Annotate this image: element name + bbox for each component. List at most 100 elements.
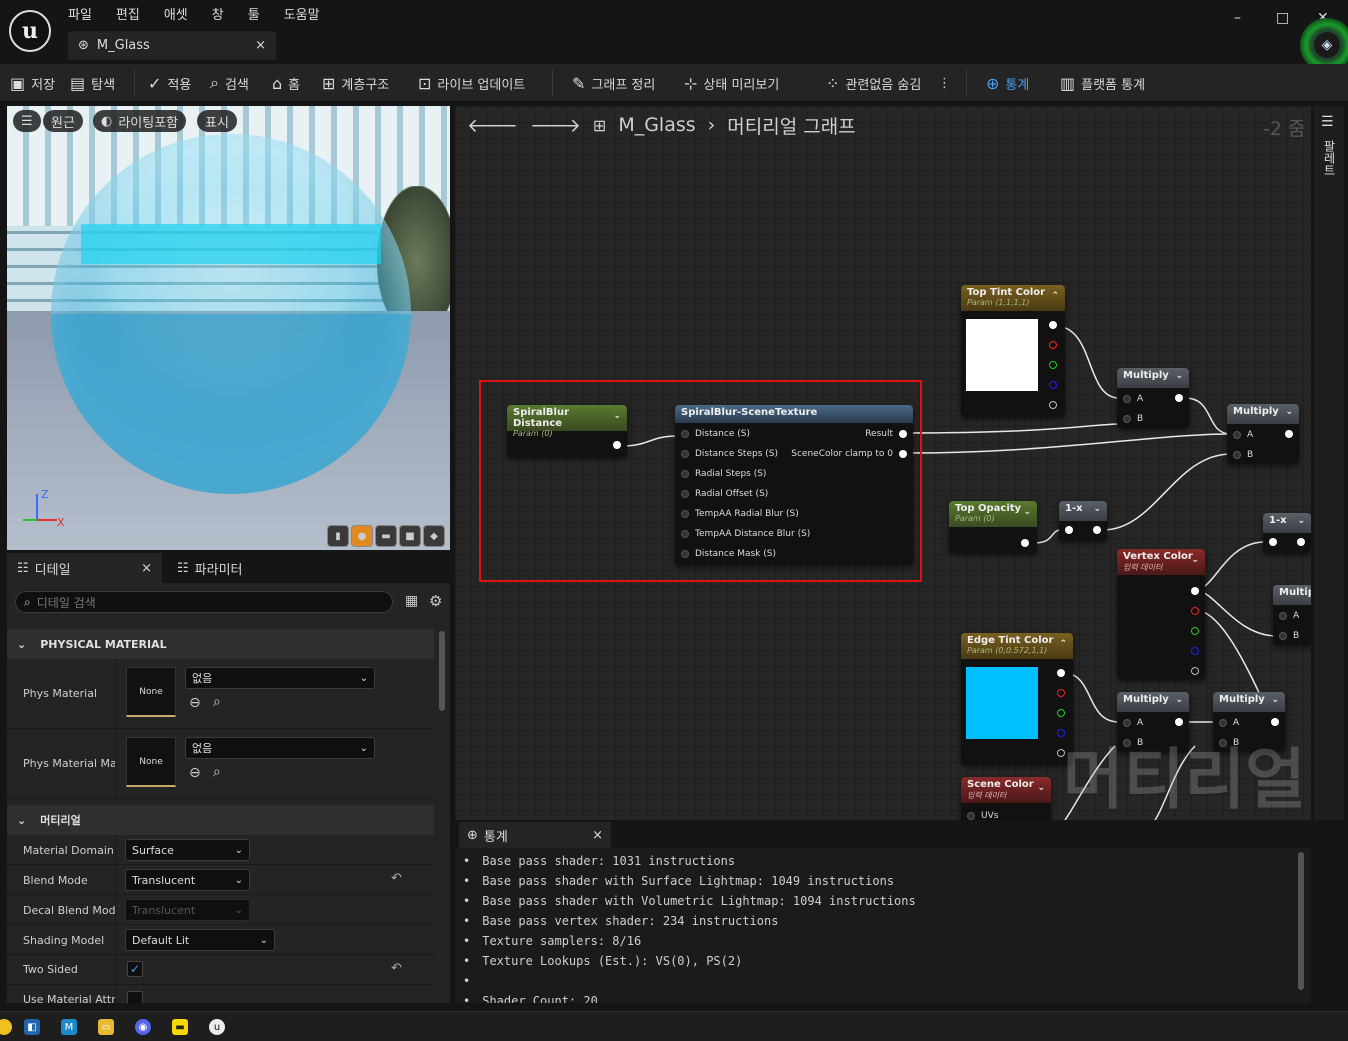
use-selected-icon[interactable]: ⊖ (189, 695, 201, 711)
node-edge-tint-color[interactable]: Edge Tint Color Param (0,0.572,1,1) ⌃ (961, 633, 1073, 765)
chevron-down-icon[interactable]: ⌄ (1175, 695, 1183, 705)
viewport-menu-button[interactable]: ☰ (13, 110, 41, 132)
output-pin-rgba[interactable] (1191, 587, 1199, 595)
taskbar-app-icon[interactable] (0, 1019, 12, 1035)
phys-material-mask-thumbnail[interactable]: None (126, 737, 176, 787)
hide-unrelated-button[interactable]: ⁘ 관련없음 숨김 (826, 64, 921, 102)
maximize-button[interactable]: □ (1276, 10, 1289, 26)
close-icon[interactable]: × (592, 828, 603, 843)
node-multiply[interactable]: Multip A B (1273, 585, 1311, 645)
folder-icon[interactable]: ▭ (98, 1019, 114, 1035)
chevron-down-icon[interactable]: ⌄ (1297, 516, 1305, 526)
chevron-down-icon[interactable]: ⌄ (1037, 783, 1045, 793)
output-pin-r[interactable] (1191, 607, 1199, 615)
lit-mode-button[interactable]: ◐ 라이팅포함 (93, 110, 187, 132)
output-pin[interactable] (1297, 538, 1305, 546)
node-top-tint-color[interactable]: Top Tint Color Param (1,1,1,1) ⌃ (961, 285, 1065, 417)
cube-icon[interactable]: ■ (399, 525, 421, 547)
unreal-m-icon[interactable]: M (61, 1019, 77, 1035)
close-icon[interactable]: × (141, 561, 152, 576)
category-physical-material[interactable]: ⌄ PHYSICAL MATERIAL (7, 629, 434, 659)
chevron-up-icon[interactable]: ⌃ (1059, 639, 1067, 649)
unreal-logo-icon[interactable]: u (9, 10, 51, 52)
phys-material-mask-dropdown[interactable]: 없음 ⌄ (185, 737, 375, 759)
use-selected-icon[interactable]: ⊖ (189, 765, 201, 781)
menu-edit[interactable]: 편집 (116, 4, 140, 23)
apply-button[interactable]: ✓ 적용 (148, 64, 191, 102)
output-pin[interactable] (1021, 539, 1029, 547)
node-one-minus[interactable]: 1-x ⌄ (1263, 513, 1311, 553)
node-top-opacity[interactable]: Top Opacity Param (0) ⌄ (949, 501, 1037, 553)
chevron-down-icon[interactable]: ⌄ (1023, 507, 1031, 517)
two-sided-checkbox[interactable]: ✓ (127, 961, 143, 977)
reset-to-default-icon[interactable]: ↶ (391, 871, 402, 886)
perspective-button[interactable]: 원근 (43, 110, 83, 132)
use-material-attributes-checkbox[interactable] (127, 991, 143, 1003)
output-pin-b[interactable] (1049, 381, 1057, 389)
output-pin[interactable] (1175, 718, 1183, 726)
platform-stats-button[interactable]: ▥ 플랫폼 통계 (1060, 64, 1145, 102)
vscode-icon[interactable]: ◧ (24, 1019, 40, 1035)
sphere-icon[interactable]: ● (351, 525, 373, 547)
shading-model-dropdown[interactable]: Default Lit ⌄ (125, 929, 275, 951)
output-pin-rgba[interactable] (1057, 669, 1065, 677)
kakaotalk-icon[interactable]: ▬ (172, 1019, 188, 1035)
material-domain-dropdown[interactable]: Surface ⌄ (125, 839, 250, 861)
details-scrollbar[interactable] (439, 631, 445, 711)
cylinder-icon[interactable]: ▮ (327, 525, 349, 547)
node-one-minus[interactable]: 1-x ⌄ (1059, 501, 1107, 541)
plane-icon[interactable]: ▬ (375, 525, 397, 547)
category-material[interactable]: ⌄ 머티리얼 (7, 805, 434, 835)
output-pin[interactable] (1093, 526, 1101, 534)
chevron-down-icon[interactable]: ⌄ (1285, 407, 1293, 417)
phys-material-thumbnail[interactable]: None (126, 667, 176, 717)
close-icon[interactable]: × (255, 38, 266, 53)
node-vertex-color[interactable]: Vertex Color 입력 데이터 ⌄ (1117, 549, 1205, 679)
custom-mesh-icon[interactable]: ◆ (423, 525, 445, 547)
output-pin-g[interactable] (1049, 361, 1057, 369)
palette-label[interactable]: 팔레트 (1322, 140, 1336, 176)
browse-search-icon[interactable]: ⌕ (213, 764, 221, 780)
save-button[interactable]: ▣ 저장 (10, 64, 55, 102)
browse-search-icon[interactable]: ⌕ (213, 694, 221, 710)
chevron-down-icon[interactable]: ⌄ (1175, 371, 1183, 381)
menu-file[interactable]: 파일 (68, 4, 92, 23)
node-multiply[interactable]: Multiply ⌄ A B (1117, 368, 1189, 428)
stats-scrollbar[interactable] (1298, 852, 1304, 990)
gear-icon[interactable]: ⚙ (429, 592, 442, 610)
output-pin-a[interactable] (1049, 401, 1057, 409)
live-update-button[interactable]: ⊡ 라이브 업데이트 (418, 64, 525, 102)
hierarchy-button[interactable]: ⊞ 계층구조 (322, 64, 389, 102)
reset-to-default-icon[interactable]: ↶ (391, 961, 402, 976)
minimize-button[interactable]: – (1234, 10, 1241, 26)
output-pin-b[interactable] (1191, 647, 1199, 655)
phys-material-dropdown[interactable]: 없음 ⌄ (185, 667, 375, 689)
blend-mode-dropdown[interactable]: Translucent ⌄ (125, 869, 250, 891)
search-button[interactable]: ⌕ 검색 (210, 64, 249, 102)
tab-details[interactable]: ☷ 디테일 × (7, 553, 162, 583)
output-pin-g[interactable] (1057, 709, 1065, 717)
menu-asset[interactable]: 애셋 (164, 4, 188, 23)
output-pin[interactable] (1285, 430, 1293, 438)
tab-parameters[interactable]: ☷ 파라미터 (167, 553, 253, 583)
menu-window[interactable]: 창 (212, 4, 224, 23)
details-search-input[interactable]: ⌕ 디테일 검색 (15, 591, 393, 613)
chevron-down-icon[interactable]: ⌄ (1191, 555, 1199, 565)
chevron-down-icon[interactable]: ⌄ (1271, 695, 1279, 705)
output-pin-r[interactable] (1049, 341, 1057, 349)
browse-button[interactable]: ▤ 탐색 (70, 64, 115, 102)
output-pin-g[interactable] (1191, 627, 1199, 635)
preview-state-button[interactable]: ⊹ 상태 미리보기 (684, 64, 779, 102)
more-options-button[interactable]: ⋮ (938, 64, 951, 102)
unreal-icon[interactable]: u (209, 1019, 225, 1035)
output-pin[interactable] (1271, 718, 1279, 726)
show-button[interactable]: 표시 (197, 110, 237, 132)
palette-menu-icon[interactable]: ☰ (1321, 114, 1334, 130)
chevron-up-icon[interactable]: ⌃ (1051, 291, 1059, 301)
menu-help[interactable]: 도움말 (284, 4, 320, 23)
output-pin-rgba[interactable] (1049, 321, 1057, 329)
node-multiply[interactable]: Multiply ⌄ A B (1227, 404, 1299, 464)
palette-sidebar[interactable]: ☰ 팔레트 (1314, 106, 1344, 820)
document-tab[interactable]: ⊛ M_Glass × (68, 31, 276, 60)
table-view-icon[interactable]: ▦ (405, 593, 418, 609)
